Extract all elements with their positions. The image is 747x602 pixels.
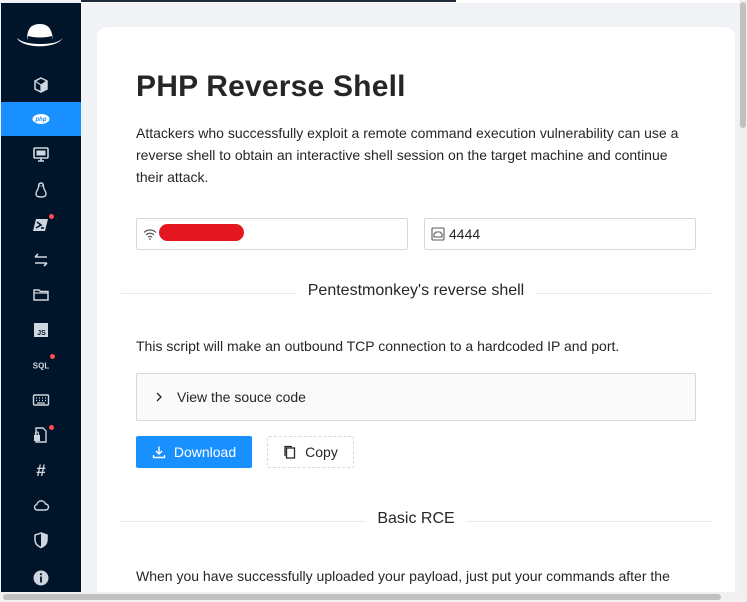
- sidebar-item-hash[interactable]: #: [1, 453, 81, 487]
- sidebar-item-bind-shell[interactable]: [1, 68, 81, 102]
- download-label: Download: [173, 444, 237, 460]
- source-code-collapse[interactable]: View the souce code: [136, 373, 696, 421]
- hash-icon: #: [36, 461, 46, 479]
- keyboard-icon: [32, 394, 50, 406]
- sidebar-item-javascript[interactable]: JS: [1, 313, 81, 347]
- svg-text:#: #: [36, 461, 46, 479]
- php-icon: php: [32, 114, 50, 124]
- powershell-badge: [48, 213, 55, 220]
- sql-icon: SQL: [33, 362, 50, 371]
- wifi-icon: [143, 229, 157, 240]
- download-icon: [152, 446, 166, 459]
- download-button[interactable]: Download: [136, 436, 252, 468]
- script-description: This script will make an outbound TCP co…: [136, 338, 620, 354]
- section-title-basic-rce: Basic RCE: [365, 510, 467, 527]
- folder-icon: [33, 289, 49, 301]
- section-divider-pentestmonkey: Pentestmonkey's reverse shell: [121, 282, 711, 304]
- redaction-mark: [159, 224, 244, 241]
- port-input[interactable]: 4444: [424, 218, 696, 250]
- intro-paragraph: Attackers who successfully exploit a rem…: [136, 125, 679, 185]
- section-divider-basic-rce: Basic RCE: [121, 510, 711, 532]
- section-title-pentestmonkey: Pentestmonkey's reverse shell: [295, 282, 537, 299]
- info-icon: [33, 570, 49, 586]
- box-icon: [34, 77, 48, 93]
- svg-text:SQL: SQL: [33, 362, 50, 371]
- page-title: PHP Reverse Shell: [136, 70, 406, 103]
- sidebar-item-cloud[interactable]: [1, 488, 81, 522]
- monitor-icon: [33, 147, 49, 162]
- shield-icon: [34, 532, 48, 549]
- sidebar-item-php[interactable]: php: [1, 102, 81, 136]
- port-icon: [431, 227, 445, 241]
- ip-input[interactable]: [136, 218, 408, 250]
- port-value: 4444: [449, 226, 481, 242]
- svg-text:JS: JS: [37, 330, 46, 337]
- horizontal-scrollbar[interactable]: [0, 592, 747, 602]
- sidebar-item-files[interactable]: [1, 278, 81, 312]
- sql-badge: [49, 353, 56, 360]
- cloud-icon: [33, 500, 50, 511]
- sidebar-item-monitor[interactable]: [1, 137, 81, 171]
- sidebar-item-file-lock[interactable]: [1, 418, 81, 452]
- copy-icon: [284, 445, 296, 459]
- file-lock-badge: [48, 424, 55, 431]
- sidebar-item-shield[interactable]: [1, 523, 81, 557]
- rce-description: When you have successfully uploaded your…: [136, 568, 670, 584]
- sidebar-item-powershell[interactable]: [1, 208, 81, 242]
- svg-text:php: php: [35, 117, 47, 123]
- javascript-icon: JS: [34, 323, 48, 337]
- vertical-scroll-thumb[interactable]: [740, 2, 746, 128]
- copy-label: Copy: [305, 444, 338, 460]
- linux-icon: [35, 182, 47, 198]
- vertical-scrollbar[interactable]: [739, 0, 747, 592]
- fedora-hat-logo[interactable]: [15, 20, 65, 54]
- swap-icon: [34, 253, 48, 267]
- chevron-right-icon: [156, 392, 162, 402]
- copy-button[interactable]: Copy: [267, 436, 354, 468]
- sidebar-item-linux[interactable]: [1, 173, 81, 207]
- sidebar-item-info[interactable]: [1, 561, 81, 595]
- sidebar: php JS SQL #: [1, 3, 81, 592]
- main-card: PHP Reverse Shell Attackers who successf…: [97, 27, 735, 602]
- horizontal-scroll-thumb[interactable]: [3, 594, 721, 600]
- powershell-icon: [33, 219, 48, 231]
- sidebar-item-keyboard[interactable]: [1, 383, 81, 417]
- top-border: [81, 0, 747, 3]
- collapse-label: View the souce code: [177, 389, 306, 405]
- sidebar-item-sql[interactable]: SQL: [1, 348, 81, 382]
- sidebar-item-transfer[interactable]: [1, 243, 81, 277]
